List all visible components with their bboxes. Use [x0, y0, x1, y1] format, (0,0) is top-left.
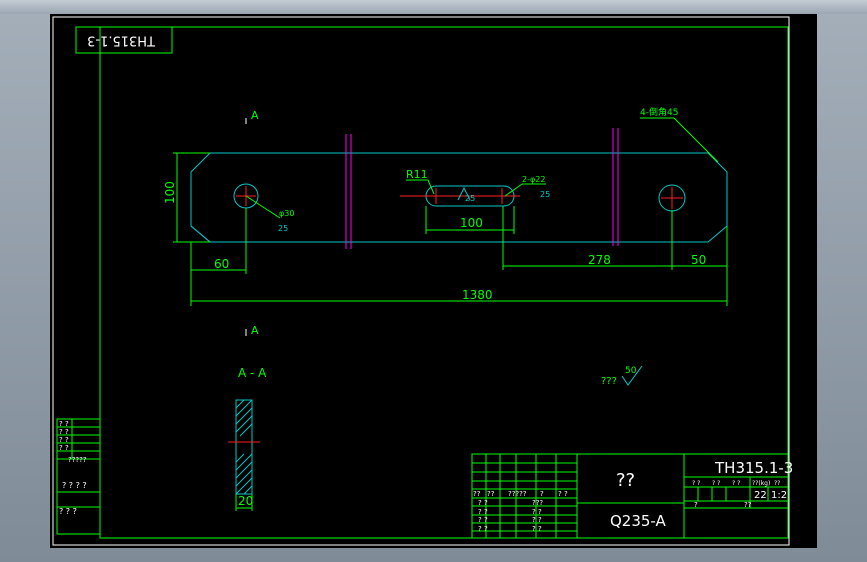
- part-code: TH315.1-3: [714, 459, 793, 477]
- drawing-canvas[interactable]: TH315.1-3 A φ30 25 R11 2-φ22 25 25 4-倒角4…: [50, 14, 817, 548]
- tb-row1-d: ?: [540, 490, 544, 498]
- rev-cell-3: ? ?: [59, 436, 69, 444]
- section-view-label: A - A: [238, 366, 267, 380]
- section-mark-top: A: [251, 109, 259, 122]
- inner-border: [99, 26, 789, 539]
- material: Q235-A: [610, 512, 667, 530]
- tb-row3-a: ? ?: [478, 508, 488, 516]
- roughness-slot: 25: [465, 194, 475, 203]
- slot-note: 2-φ22: [522, 175, 545, 184]
- quantity: 22: [754, 490, 767, 501]
- dim-278: 278: [588, 253, 611, 267]
- tb-right-5: ??: [774, 480, 780, 487]
- roughness-slot-right: 25: [540, 190, 550, 199]
- tb-row1-b: ??: [487, 490, 495, 498]
- tb-row1-e: ? ?: [558, 490, 568, 498]
- roughness-left: 25: [278, 224, 288, 233]
- section-mark-bottom: A: [251, 324, 259, 337]
- code-stamp-text: TH315.1-3: [87, 33, 156, 48]
- rev-cell-7: ? ? ?: [59, 507, 77, 516]
- roughness-note-value: 50: [625, 366, 637, 376]
- chamfer-left: [190, 225, 211, 243]
- left-hole-dia: φ30: [279, 209, 294, 218]
- outer-border: [52, 16, 790, 546]
- rev-cell-5: ?????: [68, 456, 87, 464]
- tb-row4-b: ? ?: [532, 516, 542, 524]
- tb-bottom-1: ?: [694, 501, 698, 509]
- rev-cell-1: ? ?: [59, 420, 69, 428]
- chamfer-leader: [673, 117, 719, 163]
- dim-60: 60: [214, 257, 229, 271]
- tb-row5-a: ? ?: [478, 525, 488, 533]
- rev-cell-4: ? ?: [59, 444, 69, 452]
- window-title-bar: [0, 0, 867, 14]
- tb-row4-a: ? ?: [478, 516, 488, 524]
- tb-bottom-2: ??: [744, 501, 752, 509]
- part-name: ??: [616, 470, 635, 491]
- dim-1380: 1380: [462, 288, 493, 302]
- tb-right-1: ? ?: [692, 480, 700, 487]
- tb-row2-a: ? ?: [478, 499, 488, 507]
- height-dim: 100: [163, 181, 177, 204]
- cad-drawing: TH315.1-3 A φ30 25 R11 2-φ22 25 25 4-倒角4…: [52, 16, 793, 546]
- tb-row2-b: ???: [532, 499, 543, 507]
- scale: 1:2: [771, 490, 787, 501]
- tb-row1-a: ??: [473, 490, 481, 498]
- tb-right-3: ? ?: [732, 480, 740, 487]
- tb-row1-c: ?????: [508, 490, 527, 498]
- tb-right-4: ??(kg): [752, 480, 770, 487]
- tb-row5-b: ? ?: [532, 525, 542, 533]
- rev-cell-6: ? ? ? ?: [62, 481, 87, 490]
- slot-spacing-dim: 100: [460, 216, 483, 230]
- slot-radius: R11: [406, 168, 428, 181]
- rev-cell-2: ? ?: [59, 428, 69, 436]
- roughness-note: ???: [601, 376, 617, 387]
- dim-50: 50: [691, 253, 706, 267]
- tb-row3-b: ? ?: [532, 508, 542, 516]
- chamfer-note: 4-倒角45: [640, 106, 678, 118]
- tb-right-2: ? ?: [712, 480, 720, 487]
- section-hatch-bottom: [235, 453, 253, 495]
- thickness-dim: 20: [238, 494, 253, 508]
- slot-radius-leader: [427, 179, 435, 195]
- section-hatch-top: [235, 399, 253, 437]
